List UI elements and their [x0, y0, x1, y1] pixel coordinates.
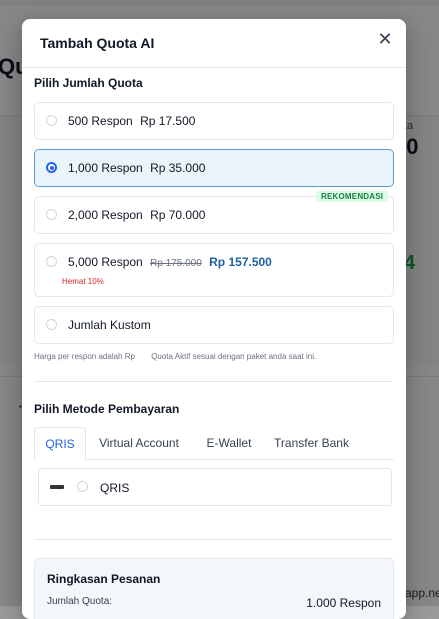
quota-option-custom[interactable]: Jumlah Kustom [34, 306, 394, 344]
quota-price: Rp 70.000 [150, 208, 206, 222]
payment-method-label: QRIS [100, 481, 130, 495]
tab-transfer-bank[interactable]: Transfer Bank [269, 427, 354, 459]
payment-section-label: Pilih Metode Pembayaran [34, 402, 180, 416]
tab-e-wallet[interactable]: E-Wallet [199, 427, 259, 459]
modal-header-divider [22, 67, 406, 68]
section-divider [34, 539, 392, 540]
radio-icon[interactable] [46, 209, 57, 220]
summary-quota-value: 1.000 Respon [306, 596, 381, 610]
radio-icon[interactable] [46, 115, 57, 126]
quota-amount: Jumlah Kustom [68, 318, 151, 332]
close-icon[interactable]: ✕ [374, 28, 396, 50]
order-summary: Ringkasan Pesanan Jumlah Quota: 1.000 Re… [34, 558, 394, 619]
summary-quota-label: Jumlah Quota: [47, 596, 113, 607]
quota-option-1000[interactable]: 1,000 Respon Rp 35.000 [34, 149, 394, 187]
quota-amount: 1,000 Respon [68, 161, 143, 175]
quota-price: Rp 35.000 [150, 161, 206, 175]
quota-option-500[interactable]: 500 Respon Rp 17.500 [34, 102, 394, 140]
quota-amount: 500 Respon [68, 114, 133, 128]
radio-icon[interactable] [46, 256, 57, 267]
active-quota-note: Quota Aktif sesuai dengan paket anda saa… [151, 352, 317, 361]
recommended-badge: REKOMENDASI [316, 191, 389, 202]
section-divider [34, 381, 392, 382]
modal-title: Tambah Quota AI [40, 35, 155, 51]
price-note: Harga per respon adalah Rp Quota Aktif s… [34, 352, 316, 361]
summary-title: Ringkasan Pesanan [47, 572, 161, 586]
discount-price: Rp 157.500 [209, 255, 272, 269]
radio-icon[interactable] [46, 319, 57, 330]
payment-tabs: QRIS Virtual Account E-Wallet Transfer B… [34, 427, 394, 461]
quota-section-label: Pilih Jumlah Quota [34, 76, 143, 90]
original-price: Rp 175.000 [150, 258, 202, 269]
add-quota-modal: Tambah Quota AI ✕ Pilih Jumlah Quota 500… [22, 19, 406, 619]
quota-amount: 2,000 Respon [68, 208, 143, 222]
radio-selected-icon[interactable] [46, 162, 57, 173]
payment-method-qris[interactable]: QRIS [38, 468, 392, 506]
quota-option-5000[interactable]: 5,000 Respon Rp 175.000 Rp 157.500 Hemat… [34, 243, 394, 297]
radio-icon[interactable] [77, 481, 88, 492]
tab-virtual-account[interactable]: Virtual Account [90, 427, 188, 459]
quota-price: Rp 17.500 [140, 114, 196, 128]
quota-amount: 5,000 Respon [68, 255, 143, 269]
tab-qris[interactable]: QRIS [34, 427, 86, 461]
price-per-response-note: Harga per respon adalah Rp [34, 352, 135, 361]
savings-label: Hemat 10% [62, 277, 104, 286]
qris-logo-icon [50, 485, 64, 489]
quota-option-2000[interactable]: REKOMENDASI 2,000 Respon Rp 70.000 [34, 191, 394, 234]
